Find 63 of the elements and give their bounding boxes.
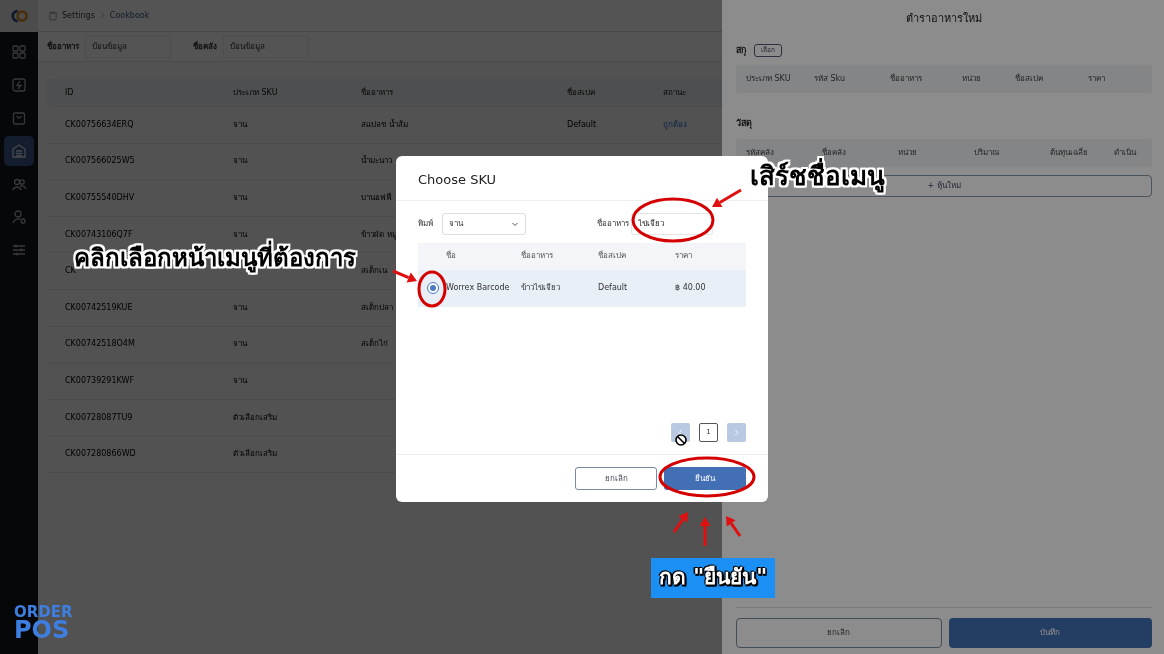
table-cell-text: ฿ 40.00 — [675, 282, 707, 294]
table-cell: น้ำมะนาว — [361, 155, 392, 168]
table-cell: จาน — [233, 338, 247, 351]
table-cell: จาน — [233, 155, 247, 168]
column-header: ID — [65, 86, 74, 99]
column-header: ราคา — [675, 250, 693, 262]
table-cell: ข้าวผัด หมู — [361, 228, 397, 241]
column-header: ประเภท SKU — [233, 86, 278, 99]
table-cell: CK00739291KWF — [65, 374, 135, 387]
table-cell-text: Worrex Barcode — [446, 282, 511, 294]
table-cell-text: ข้าวไข่เจียว — [521, 282, 561, 294]
table-cell: CK00742518O4M — [65, 338, 135, 351]
table-cell: สเต็กไก่ — [361, 338, 388, 351]
table-cell: จาน — [233, 301, 247, 314]
column-header: ราคา — [1088, 73, 1106, 86]
table-cell: จาน — [233, 374, 247, 387]
section-label: วัสดุ — [736, 117, 753, 131]
column-header: หน่วย — [962, 73, 982, 86]
table-cell-text: CK00743106Q7F — [65, 228, 133, 240]
column-header: ต้นทุนเฉลี่ย — [1050, 146, 1089, 159]
column-header: ชื่อคลัง — [822, 146, 847, 158]
table-cell: สเต็กปลา — [361, 301, 393, 314]
table-cell-text: จาน — [233, 228, 247, 240]
logo-text: POS — [14, 619, 70, 642]
column-header: ประเภท SKU — [746, 73, 792, 86]
table-cell-text: Default — [598, 282, 629, 294]
column-header: รหัสคลัง — [746, 146, 775, 158]
filter-label: พิมพ์ — [418, 217, 433, 230]
section-label: สกุ — [736, 43, 746, 58]
column-header: สถานะ — [663, 86, 686, 99]
table-cell: CK00755540DHV — [65, 192, 135, 204]
column-header: ชื่อสเปค — [598, 250, 627, 262]
table-cell: สเต็กเน — [361, 265, 387, 278]
table-cell: ตัวเลือกเสริม — [233, 448, 277, 461]
logo-text: ORDER — [14, 604, 73, 620]
modal-title: Choose SKU — [418, 171, 498, 189]
column-header: ดำเนิน — [1114, 146, 1138, 159]
column-header: รหัส Sku — [814, 73, 847, 86]
filter-label: ชื่ออาหาร — [597, 217, 629, 230]
table-cell: บานอฟฟี่ — [361, 192, 392, 204]
table-cell: CK00756634ERQ — [65, 118, 134, 131]
column-header: ชื่ออาหาร — [361, 86, 393, 99]
column-header: ชื่ออาหาร — [890, 73, 923, 86]
column-header: ชื่อสเปค — [567, 86, 595, 99]
table-cell: CK00728087TU9 — [65, 411, 133, 424]
column-header: ชื่อสเปค — [1015, 73, 1044, 86]
filter-label: ชื่ออาหาร — [47, 40, 79, 53]
column-header: ชื่อ — [446, 250, 457, 262]
table-cell: จาน — [233, 118, 247, 131]
table-cell: Default — [567, 118, 597, 131]
drawer-title: ตำราอาหารใหม่ — [905, 11, 983, 27]
table-cell-text: CK — [65, 266, 76, 278]
annotation-banner: กด "ยืนยัน" — [651, 558, 776, 598]
column-header: หน่วย — [898, 146, 918, 159]
table-cell: CK00742519KUE — [65, 301, 133, 314]
table-cell: จาน — [233, 192, 247, 204]
column-header: ชื่ออาหาร — [521, 250, 554, 262]
table-cell: สแปลช น้ำส้ม — [361, 118, 408, 131]
column-header: ปริมาณ — [974, 146, 1000, 159]
filter-label: ชื่อคลัง — [193, 40, 217, 53]
table-cell: ตัวเลือกเสริม — [233, 411, 277, 424]
table-cell: CK007566025W5 — [65, 155, 135, 168]
table-cell: CK007280866WD — [65, 448, 136, 461]
